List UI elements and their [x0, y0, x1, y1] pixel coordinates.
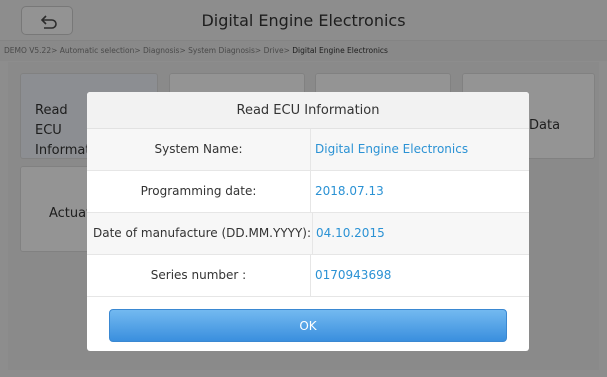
info-value: 04.10.2015: [316, 226, 385, 240]
info-row-date-of-manufacture: Date of manufacture (DD.MM.YYYY): 04.10.…: [87, 213, 529, 255]
info-row-programming-date: Programming date: 2018.07.13: [87, 171, 529, 213]
info-list: System Name: Digital Engine Electronics …: [87, 129, 529, 297]
info-label: Date of manufacture (DD.MM.YYYY):: [87, 213, 313, 254]
info-label: System Name:: [87, 129, 311, 170]
info-value: 0170943698: [315, 268, 392, 282]
info-value: Digital Engine Electronics: [315, 142, 469, 156]
info-label: Series number :: [87, 255, 311, 296]
read-ecu-information-dialog: Read ECU Information System Name: Digita…: [87, 92, 529, 351]
info-row-series-number: Series number : 0170943698: [87, 255, 529, 297]
info-label: Programming date:: [87, 171, 311, 212]
info-row-system-name: System Name: Digital Engine Electronics: [87, 129, 529, 171]
ok-button[interactable]: OK: [109, 309, 507, 342]
info-value: 2018.07.13: [315, 184, 384, 198]
dialog-title: Read ECU Information: [87, 92, 529, 129]
